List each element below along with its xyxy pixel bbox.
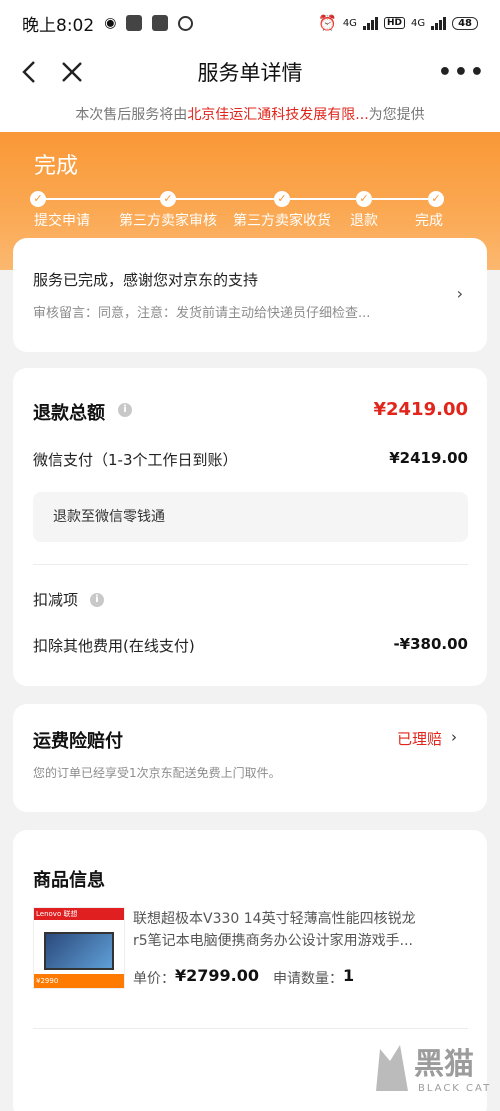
step-label-submit: 提交申请 — [34, 213, 90, 229]
message-icon — [178, 15, 194, 31]
watermark-en: BLACK CAT — [418, 1083, 492, 1094]
refund-destination: 退款至微信零钱通 — [33, 492, 468, 542]
step-label-seller-review: 第三方卖家审核 — [119, 213, 217, 229]
signal-icon — [362, 16, 378, 30]
network-label-2: 4G — [410, 17, 426, 29]
black-cat-logo-icon — [376, 1045, 408, 1091]
shipping-insurance-title: 运费险赔付 — [33, 731, 123, 752]
laptop-screen-graphic — [44, 932, 114, 970]
payment-amount: ¥2419.00 — [389, 449, 468, 467]
step-dot-5-check-icon: ✓ — [428, 191, 444, 207]
nav-bar: 服务单详情 ••• — [0, 46, 500, 98]
step-label-seller-receive: 第三方卖家收货 — [233, 213, 331, 229]
black-cat-watermark: 黑猫 BLACK CAT — [372, 1035, 492, 1105]
weibo-icon: ◉ — [104, 15, 117, 31]
product-image-brand-bar: Lenovo 联想 — [34, 908, 124, 920]
close-icon[interactable] — [58, 58, 86, 86]
service-message-card[interactable]: 服务已完成，感谢您对京东的支持 审核留言：同意，注意：发货前请主动给快递员仔细检… — [13, 238, 487, 352]
refund-card: 退款总额 i ¥2419.00 微信支付（1-3个工作日到账） ¥2419.00… — [13, 368, 487, 686]
step-dot-4-check-icon: ✓ — [356, 191, 372, 207]
app-notification-icon — [126, 15, 143, 31]
watermark-cn: 黑猫 — [414, 1047, 474, 1082]
step-dot-1-check-icon: ✓ — [30, 191, 46, 207]
quantity-value: 1 — [343, 966, 355, 985]
deduction-title: 扣减项 — [33, 591, 79, 609]
info-icon[interactable]: i — [118, 403, 132, 417]
refund-total-title: 退款总额 — [33, 403, 105, 424]
notice-prefix: 本次售后服务将由 — [75, 107, 188, 123]
product-name[interactable]: 联想超极本V330 14英寸轻薄高性能四核锐龙r5笔记本电脑便携商务办公设计家用… — [133, 908, 423, 952]
divider — [33, 1028, 468, 1029]
alarm-icon: ⏰ — [318, 14, 337, 32]
payment-method-label: 微信支付（1-3个工作日到账） — [33, 451, 238, 469]
hd-badge: HD — [383, 17, 405, 29]
more-options-icon[interactable]: ••• — [438, 60, 486, 85]
step-dot-2-check-icon: ✓ — [160, 191, 176, 207]
progress-line — [38, 198, 438, 200]
deduction-amount: -¥380.00 — [393, 635, 468, 653]
shipping-insurance-card[interactable]: 运费险赔付 已理赔 › 您的订单已经享受1次京东配送免费上门取件。 — [13, 704, 487, 812]
unit-price: ¥2799.00 — [175, 966, 260, 985]
deduction-info-icon[interactable]: i — [90, 593, 104, 607]
app-notification-icon-2 — [152, 15, 169, 31]
notice-suffix: 为您提供 — [368, 107, 425, 123]
battery-indicator: 48 — [452, 16, 478, 30]
chevron-right-icon: › — [456, 284, 463, 303]
step-label-complete: 完成 — [415, 213, 443, 229]
deduction-label: 扣除其他费用(在线支付) — [33, 637, 195, 655]
step-label-refund: 退款 — [350, 213, 378, 229]
service-complete-message: 服务已完成，感谢您对京东的支持 — [33, 271, 259, 289]
shipping-insurance-description: 您的订单已经享受1次京东配送免费上门取件。 — [33, 766, 281, 780]
product-section-title: 商品信息 — [33, 870, 105, 891]
signal-icon-2 — [431, 16, 447, 30]
status-time: 晚上8:02 — [22, 15, 95, 36]
back-arrow-icon[interactable] — [16, 58, 44, 86]
service-provider-notice: 本次售后服务将由北京佳运汇通科技发展有限...为您提供 — [0, 98, 500, 132]
step-dot-3-check-icon: ✓ — [274, 191, 290, 207]
unit-price-label: 单价： — [133, 971, 175, 987]
claim-status[interactable]: 已理赔 — [397, 728, 442, 749]
service-status: 完成 — [34, 154, 79, 179]
network-label-1: 4G — [342, 17, 357, 29]
refund-total-amount: ¥2419.00 — [373, 399, 468, 420]
product-image-price-tag: ¥2990 — [34, 974, 124, 988]
product-image[interactable]: Lenovo 联想 ¥2990 — [33, 907, 125, 989]
review-note: 审核留言：同意，注意：发货前请主动给快递员仔细检查... — [33, 306, 371, 321]
status-bar: 晚上8:02 ◉ ⏰ 4G HD 4G 48 — [0, 0, 500, 46]
chevron-right-icon: › — [451, 728, 457, 746]
quantity-label: 申请数量： — [273, 971, 343, 987]
provider-company-link[interactable]: 北京佳运汇通科技发展有限... — [187, 107, 368, 123]
divider — [33, 564, 468, 565]
